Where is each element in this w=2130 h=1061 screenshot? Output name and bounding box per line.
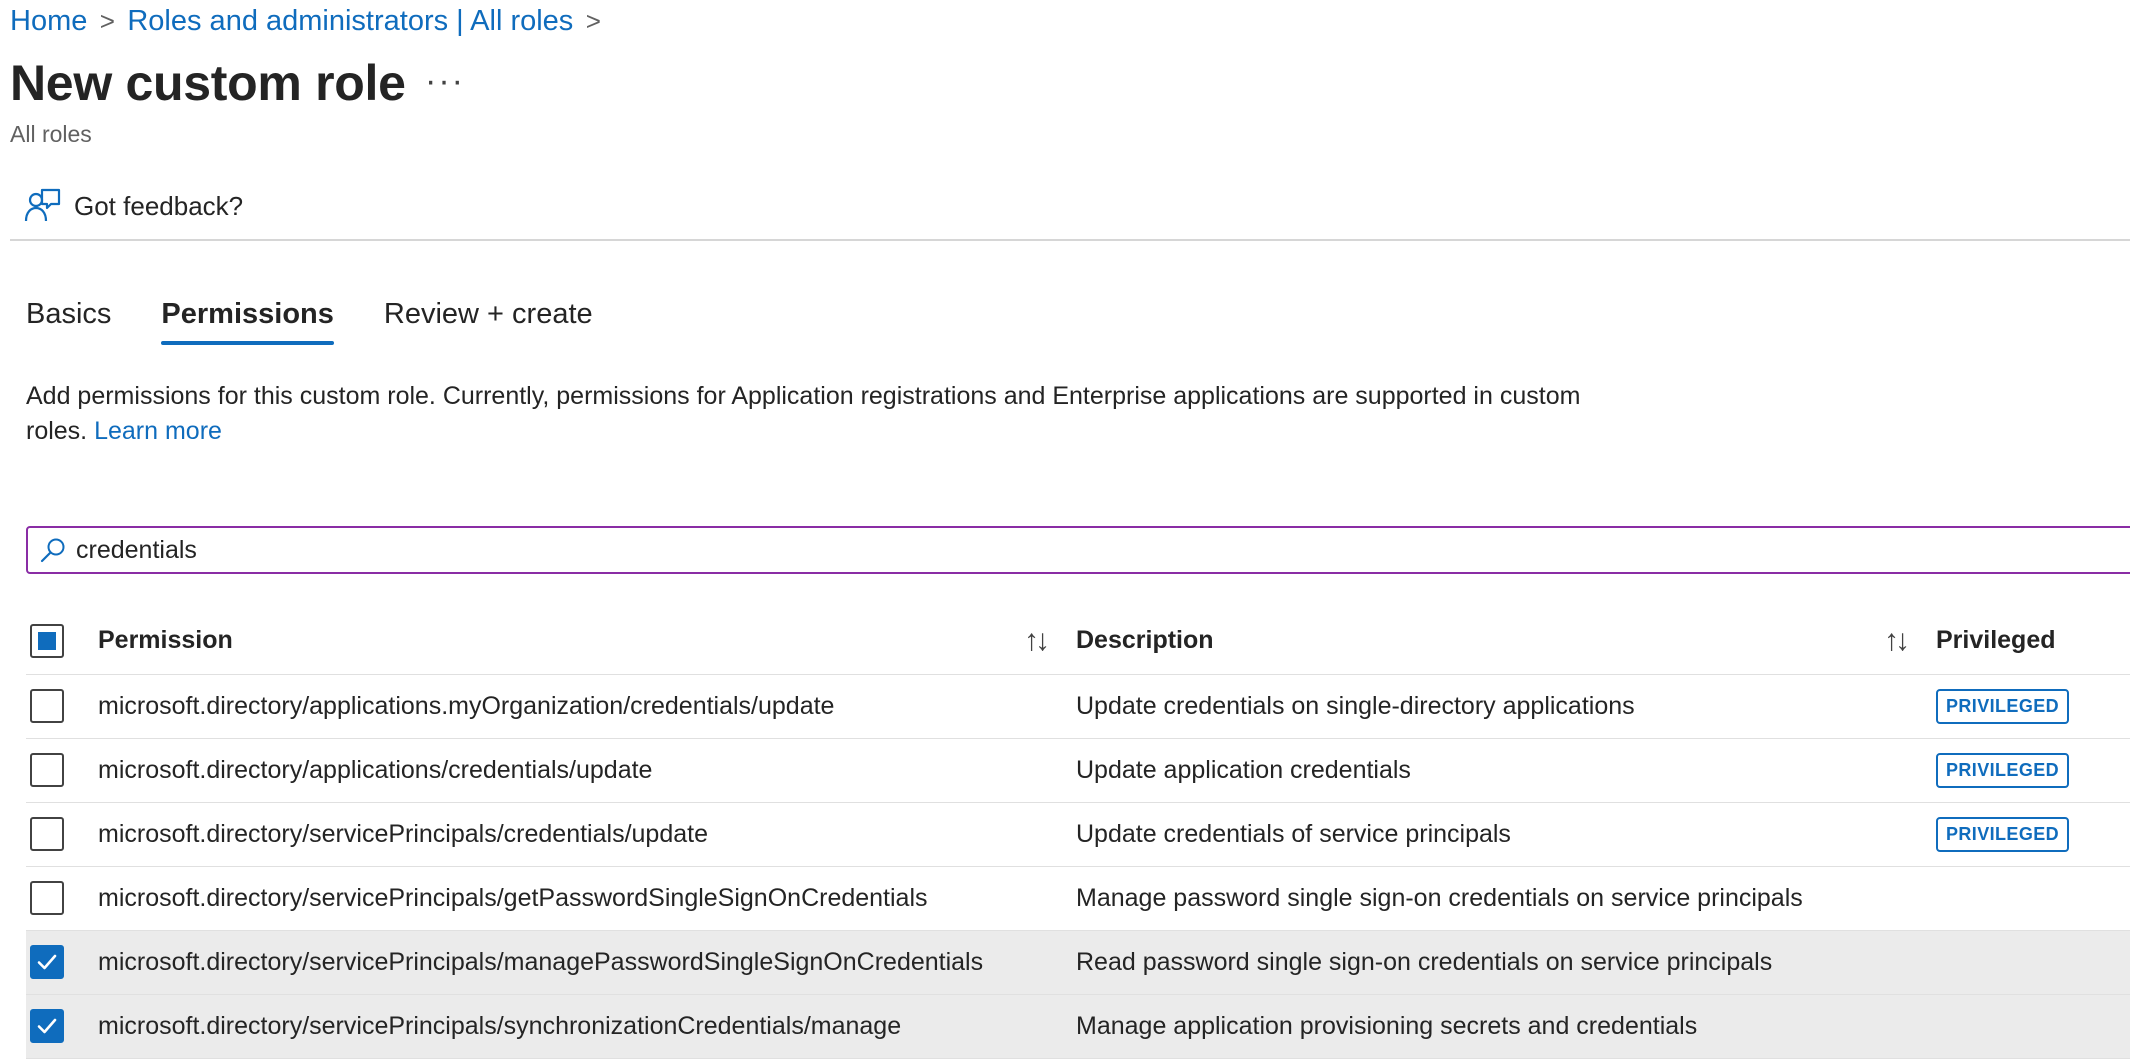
- row-checkbox[interactable]: [30, 689, 64, 723]
- permission-cell: microsoft.directory/applications.myOrgan…: [98, 691, 835, 720]
- privileged-cell: [1936, 866, 2130, 930]
- permission-cell: microsoft.directory/servicePrincipals/ge…: [98, 883, 928, 912]
- checkmark-icon: [37, 1018, 57, 1034]
- page-subtitle: All roles: [10, 121, 92, 147]
- privileged-badge: PRIVILEGED: [1936, 752, 2070, 788]
- tab-review-create[interactable]: Review + create: [384, 298, 593, 345]
- more-options-button[interactable]: ···: [425, 62, 465, 101]
- wizard-tabs: Basics Permissions Review + create: [26, 298, 643, 345]
- description-cell: Manage application provisioning secrets …: [1076, 1011, 1698, 1040]
- privileged-badge: PRIVILEGED: [1936, 816, 2070, 852]
- description-cell: Update application credentials: [1076, 755, 1411, 784]
- description-cell: Read password single sign-on credentials…: [1076, 947, 1773, 976]
- permission-column-header[interactable]: Permission ↑↓: [98, 608, 1076, 674]
- select-all-cell: [26, 608, 98, 674]
- breadcrumb-home-link[interactable]: Home: [10, 5, 87, 38]
- privileged-cell: [1936, 930, 2130, 994]
- permission-header-label: Permission: [98, 626, 233, 655]
- feedback-button[interactable]: Got feedback?: [24, 186, 243, 226]
- feedback-label: Got feedback?: [74, 190, 244, 221]
- table-row[interactable]: microsoft.directory/applications/credent…: [26, 738, 2130, 802]
- learn-more-link[interactable]: Learn more: [94, 417, 222, 445]
- row-checkbox[interactable]: [30, 817, 64, 851]
- row-checkbox[interactable]: [30, 753, 64, 787]
- sort-arrows-icon[interactable]: ↑↓: [1884, 624, 1910, 658]
- select-all-checkbox[interactable]: [30, 623, 64, 658]
- privileged-header-label: Privileged: [1936, 626, 2056, 655]
- table-row[interactable]: microsoft.directory/applications.myOrgan…: [26, 674, 2130, 738]
- tab-permissions[interactable]: Permissions: [161, 298, 335, 345]
- feedback-icon: [24, 188, 61, 222]
- description-cell: Manage password single sign-on credentia…: [1076, 883, 1803, 912]
- privileged-badge: PRIVILEGED: [1936, 688, 2070, 724]
- breadcrumb-roles-link[interactable]: Roles and administrators | All roles: [127, 5, 573, 38]
- table-row[interactable]: microsoft.directory/servicePrincipals/sy…: [26, 994, 2130, 1058]
- permission-cell: microsoft.directory/applications/credent…: [98, 755, 653, 784]
- description-cell: Update credentials of service principals: [1076, 819, 1511, 848]
- sort-arrows-icon[interactable]: ↑↓: [1024, 624, 1050, 658]
- chevron-right-icon: >: [99, 5, 115, 36]
- search-input[interactable]: [76, 535, 1576, 565]
- table-row[interactable]: microsoft.directory/servicePrincipals/cr…: [26, 802, 2130, 866]
- chevron-right-icon: >: [585, 5, 601, 36]
- privileged-cell: [1936, 994, 2130, 1058]
- page-title: New custom role: [10, 55, 406, 111]
- permission-cell: microsoft.directory/servicePrincipals/sy…: [98, 1011, 902, 1040]
- tab-basics[interactable]: Basics: [26, 298, 111, 345]
- description-header-label: Description: [1076, 626, 1214, 655]
- intro-text: Add permissions for this custom role. Cu…: [26, 382, 1581, 445]
- row-checkbox[interactable]: [30, 945, 64, 979]
- table-row[interactable]: microsoft.directory/servicePrincipals/ma…: [26, 930, 2130, 994]
- description-column-header[interactable]: Description ↑↓: [1076, 608, 1936, 674]
- permission-search[interactable]: [26, 526, 2130, 574]
- header-divider: [10, 239, 2130, 241]
- permission-cell: microsoft.directory/servicePrincipals/ma…: [98, 947, 984, 976]
- checkmark-icon: [37, 954, 57, 970]
- row-checkbox[interactable]: [30, 1009, 64, 1043]
- permissions-table: Permission ↑↓ Description ↑↓ Privileged …: [26, 608, 2130, 1059]
- permissions-intro: Add permissions for this custom role. Cu…: [26, 379, 1586, 449]
- search-icon: [40, 538, 65, 563]
- row-checkbox[interactable]: [30, 881, 64, 915]
- permission-cell: microsoft.directory/servicePrincipals/cr…: [98, 819, 708, 848]
- breadcrumb: Home > Roles and administrators | All ro…: [10, 2, 613, 40]
- table-row[interactable]: microsoft.directory/servicePrincipals/ge…: [26, 866, 2130, 930]
- table-header-row: Permission ↑↓ Description ↑↓ Privileged: [26, 608, 2130, 674]
- privileged-column-header: Privileged: [1936, 608, 2130, 674]
- description-cell: Update credentials on single-directory a…: [1076, 691, 1635, 720]
